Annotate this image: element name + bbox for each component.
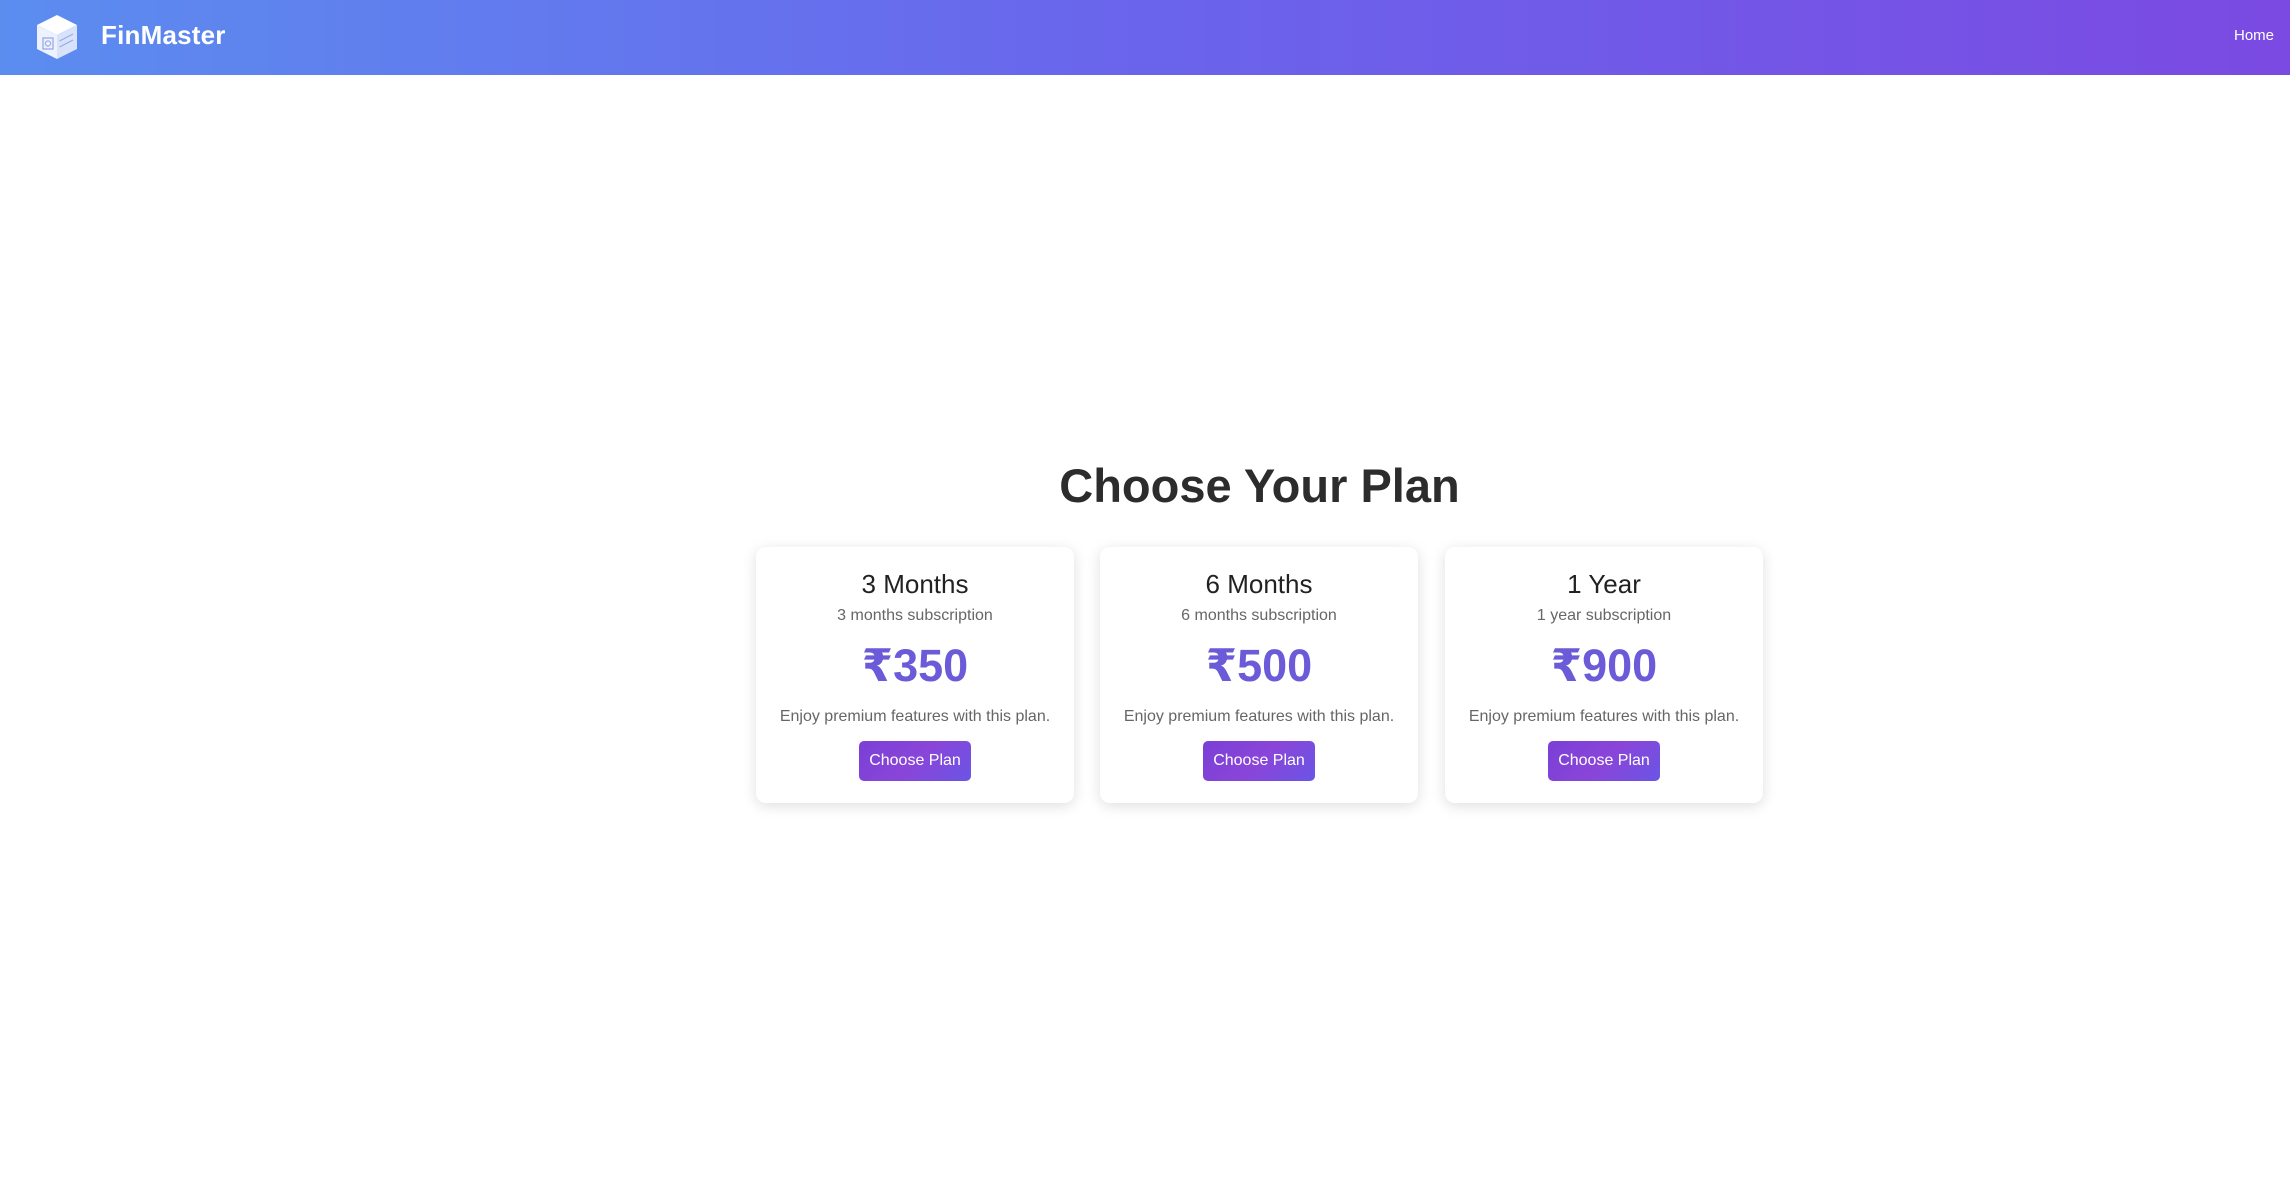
plan-description: Enjoy premium features with this plan. [779,708,1051,725]
plan-subtitle: 3 months subscription [837,607,993,624]
plan-subtitle: 6 months subscription [1181,607,1337,624]
plan-price: ₹900 [1550,640,1658,691]
cube-box-icon[interactable] [34,12,80,62]
plan-description: Enjoy premium features with this plan. [1123,708,1395,725]
plan-price: ₹350 [861,640,969,691]
plan-subtitle: 1 year subscription [1536,607,1672,624]
plan-title: 1 Year [1567,569,1641,599]
page-title: Choose Your Plan [1059,459,1460,512]
plan-price: ₹500 [1205,640,1313,691]
plan-title: 6 Months [1205,569,1313,599]
plan-card-1-year: 1 Year 1 year subscription ₹900 Enjoy pr… [1445,547,1763,803]
plan-description: Enjoy premium features with this plan. [1468,708,1740,725]
choose-plan-button[interactable]: Choose Plan [1203,741,1315,781]
navbar: FinMaster Home [0,0,2290,75]
choose-plan-button[interactable]: Choose Plan [859,741,971,781]
choose-plan-button[interactable]: Choose Plan [1548,741,1660,781]
plan-title: 3 Months [861,569,969,599]
brand-name[interactable]: FinMaster [101,20,226,51]
plan-card-3-months: 3 Months 3 months subscription ₹350 Enjo… [756,547,1074,803]
plan-card-6-months: 6 Months 6 months subscription ₹500 Enjo… [1100,547,1418,803]
nav-home-link[interactable]: Home [2234,27,2274,44]
